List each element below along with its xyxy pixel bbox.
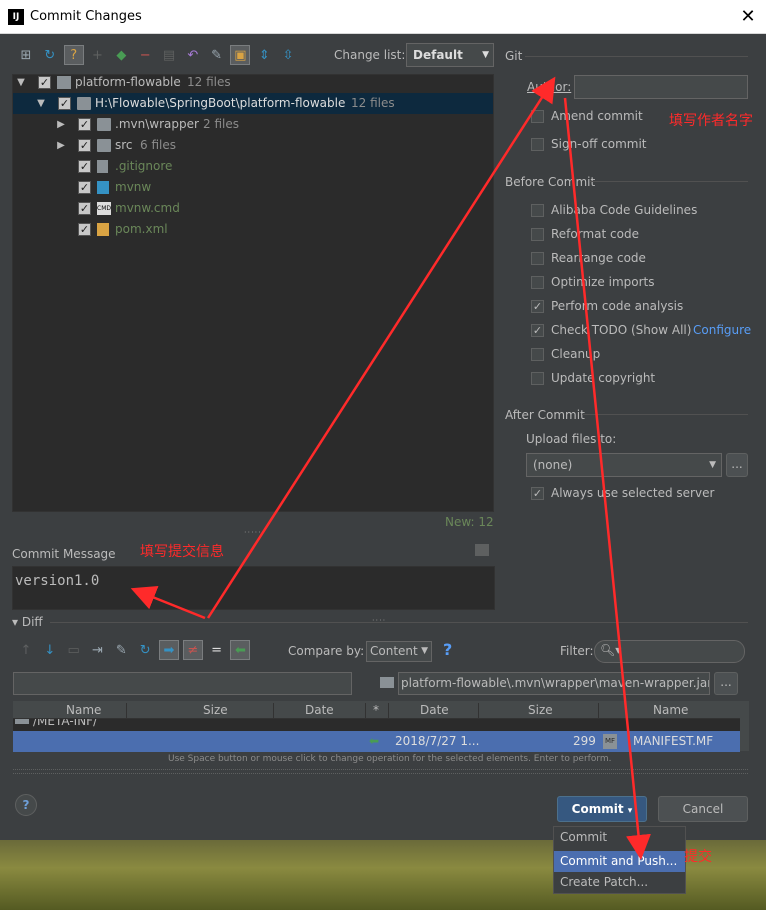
arrow-to-commit-push: [563, 97, 651, 860]
arrow-to-author: [206, 76, 556, 619]
arrow-to-message: [130, 585, 206, 620]
annotation-arrows: [130, 76, 651, 860]
